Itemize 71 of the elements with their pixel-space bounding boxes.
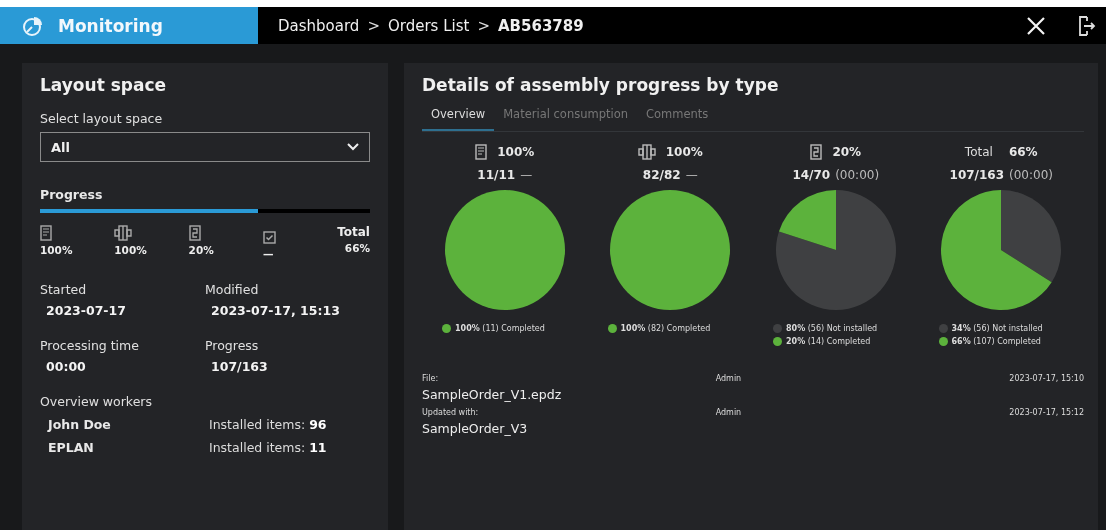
terminal-block-icon xyxy=(637,144,656,160)
cabinet-icon xyxy=(475,144,488,160)
field-label: Started xyxy=(40,282,88,297)
chart-count: 14/70 xyxy=(792,168,831,182)
chart-percent: 20% xyxy=(832,145,862,159)
chart-percent: 100% xyxy=(497,145,535,159)
file-label: File: xyxy=(422,374,440,383)
breadcrumb-separator: > xyxy=(367,16,380,35)
legend-text: 20% (14) Completed xyxy=(786,337,871,346)
total-label: Total xyxy=(964,145,993,159)
close-icon[interactable] xyxy=(1026,15,1046,36)
chart-time: (00:00) xyxy=(1009,168,1053,182)
total-label: Total xyxy=(337,225,370,239)
chart-time: — xyxy=(520,168,533,182)
logout-icon[interactable] xyxy=(1078,15,1096,36)
type-percent: 100% xyxy=(40,244,73,256)
breadcrumb-separator: > xyxy=(477,16,490,35)
worker-installed-items: Installed items: 11 xyxy=(209,440,328,455)
chart-time: (00:00) xyxy=(835,168,880,182)
select-label: Select layout space xyxy=(40,111,164,126)
wire-icon xyxy=(188,225,201,241)
field-label: Modified xyxy=(205,282,260,297)
file-user: Admin xyxy=(715,374,743,385)
tab[interactable]: Overview xyxy=(422,107,495,131)
panel-title: Layout space xyxy=(40,75,168,95)
worker-name: EPLAN xyxy=(48,440,95,455)
legend-text: 34% (56) Not installed xyxy=(951,324,1043,333)
breadcrumb-item[interactable]: Dashboard xyxy=(278,16,360,35)
type-percent: 100% xyxy=(114,244,147,256)
cabinet-icon xyxy=(40,225,52,241)
panel-title: Details of assembly progress by type xyxy=(422,75,780,95)
file-name: SampleOrder_V3 xyxy=(422,421,529,436)
file-date: 2023-07-17, 15:12 xyxy=(1009,408,1084,419)
legend-text: 66% (107) Completed xyxy=(951,337,1041,346)
legend-text: 80% (56) Not installed xyxy=(786,324,878,333)
chart-percent: 66% xyxy=(1008,145,1038,159)
worker-installed-items: Installed items: 96 xyxy=(209,417,328,432)
pie-chart-icon xyxy=(22,14,44,37)
field-value: 107/163 xyxy=(210,359,269,374)
file-user: Admin xyxy=(715,408,743,419)
terminal-block-icon xyxy=(114,225,133,241)
worker-name: John Doe xyxy=(48,417,112,432)
field-value: 00:00 xyxy=(45,359,87,374)
workers-label: Overview workers xyxy=(40,394,153,409)
field-label: Progress xyxy=(205,338,260,353)
field-value: 2023-07-17 xyxy=(45,303,127,318)
field-label: Processing time xyxy=(40,338,140,353)
breadcrumb-item[interactable]: Orders List xyxy=(387,16,470,35)
legend-text: 100% (11) Completed xyxy=(455,324,545,333)
chart-count: 82/82 xyxy=(642,168,681,182)
file-label: Updated with: xyxy=(422,408,480,417)
legend-text: 100% (82) Completed xyxy=(620,324,711,333)
chevron-down-icon xyxy=(347,143,359,151)
type-percent: 66% xyxy=(344,242,370,254)
tab[interactable]: Material consumption xyxy=(494,107,637,131)
layout-space-dropdown[interactable]: All xyxy=(40,132,370,162)
field-value: 2023-07-17, 15:13 xyxy=(210,303,341,318)
app-title: Monitoring xyxy=(58,15,163,36)
checkbox-icon xyxy=(262,230,276,244)
type-percent: — xyxy=(262,248,274,260)
chart-count: 11/11 xyxy=(477,168,516,182)
type-percent: 20% xyxy=(188,244,214,256)
wire-icon xyxy=(810,144,823,160)
chart-percent: 100% xyxy=(665,145,703,159)
file-name: SampleOrder_V1.epdz xyxy=(422,387,563,402)
tab[interactable]: Comments xyxy=(637,107,718,131)
progress-label: Progress xyxy=(40,187,103,202)
chart-count: 107/163 xyxy=(949,168,1004,182)
breadcrumb-item: AB563789 xyxy=(498,16,584,35)
chart-time: — xyxy=(685,168,698,182)
file-date: 2023-07-17, 15:10 xyxy=(1009,374,1084,385)
